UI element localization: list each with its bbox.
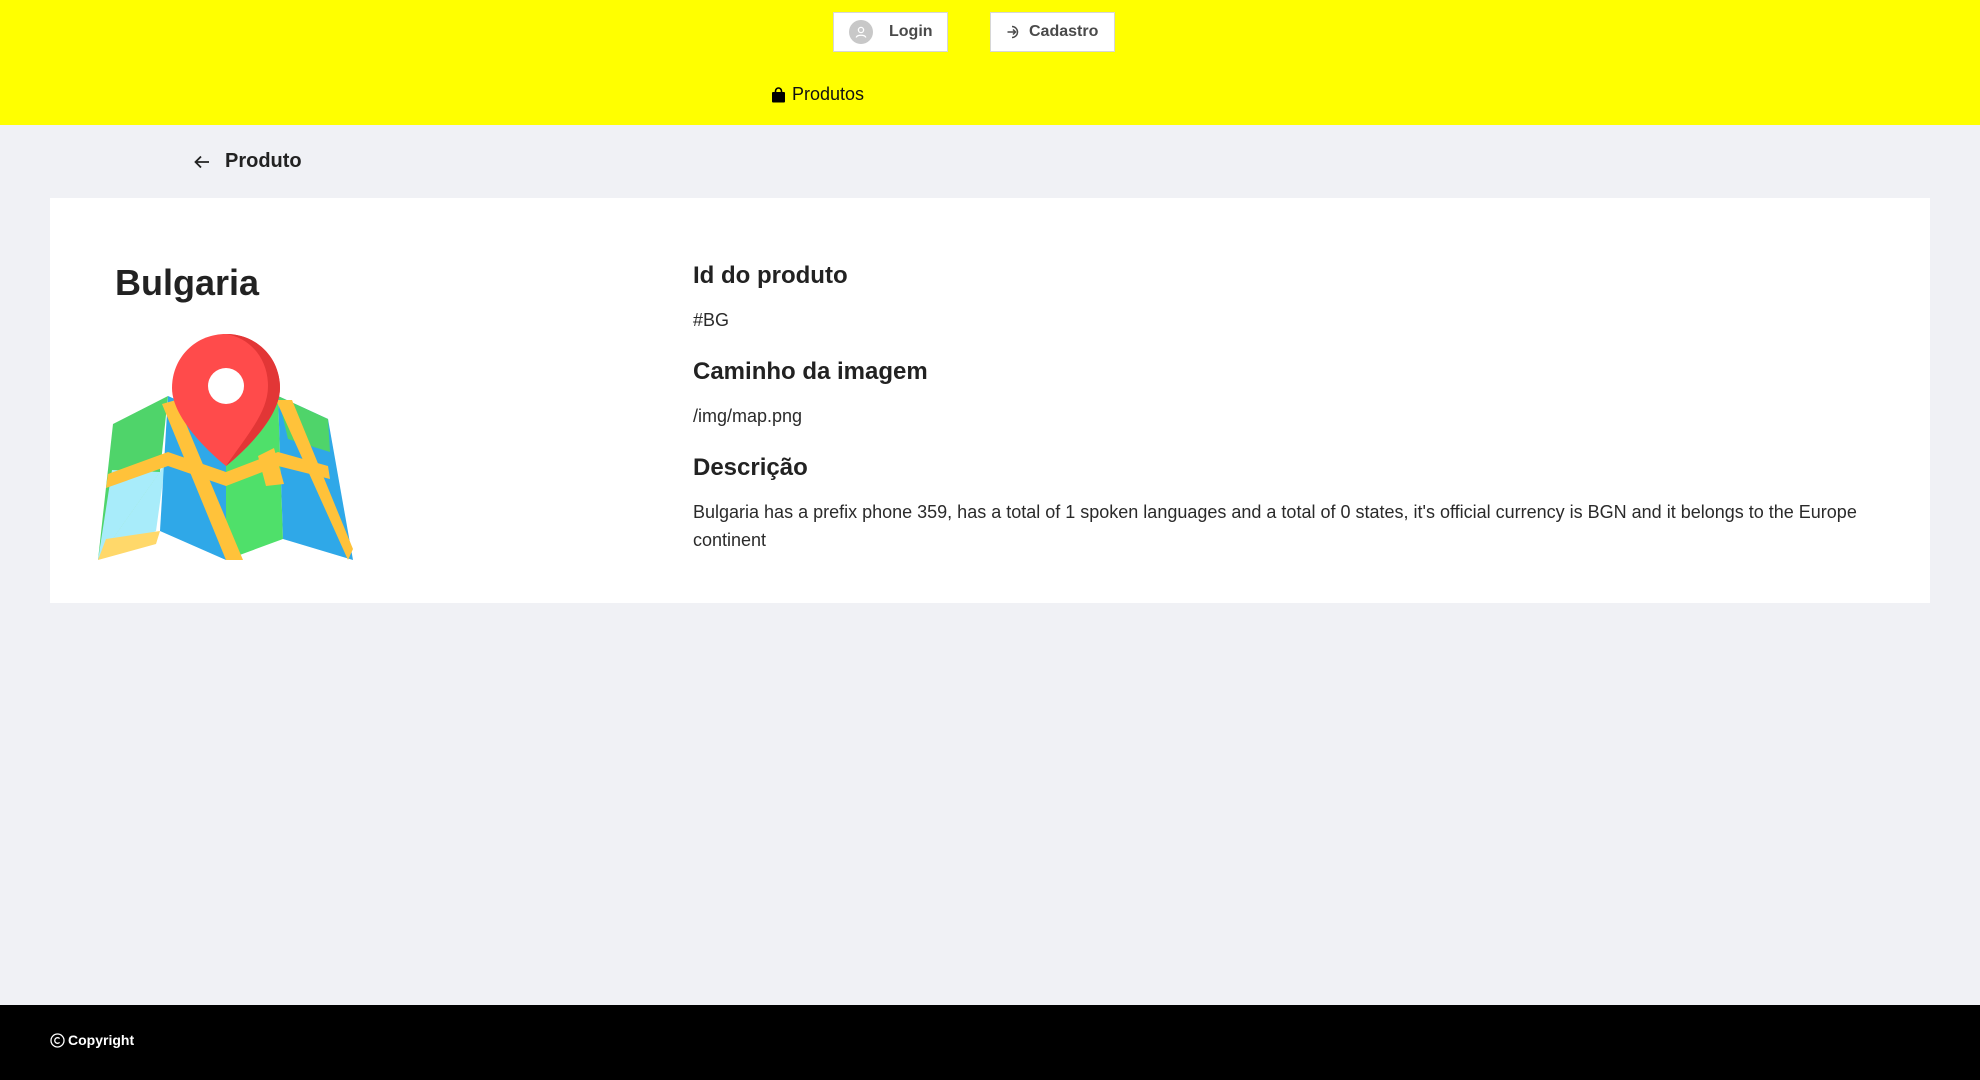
login-label: Login <box>889 23 933 40</box>
page-header: Produto <box>193 150 302 173</box>
signup-label: Cadastro <box>1029 23 1099 40</box>
avatar-icon <box>849 20 873 44</box>
shopping-bag-icon <box>771 86 786 103</box>
top-header: Login Cadastro Produtos <box>0 0 1980 125</box>
product-id-value: #BG <box>693 310 730 330</box>
map-pin-icon <box>98 334 353 560</box>
product-id-label: Id do produto <box>693 262 848 289</box>
image-path-value: /img/map.png <box>693 406 803 426</box>
nav-products-link[interactable]: Produtos <box>771 84 864 105</box>
product-card: Bulgaria Id do produto #BG Caminho da im… <box>50 198 1930 603</box>
page-title: Produto <box>225 150 302 172</box>
nav-products-label: Produtos <box>792 84 865 104</box>
arrow-left-icon[interactable] <box>193 154 211 170</box>
copyright-icon <box>50 1032 65 1048</box>
footer: Copyright <box>0 1005 1980 1080</box>
description-label: Descrição <box>693 454 808 481</box>
product-details: Id do produto #BG Caminho da imagem /img… <box>693 262 1873 578</box>
login-button[interactable]: Login <box>833 12 948 52</box>
signup-button[interactable]: Cadastro <box>990 12 1115 52</box>
description-value: Bulgaria has a prefix phone 359, has a t… <box>693 502 1857 550</box>
copyright: Copyright <box>50 1032 134 1048</box>
product-name: Bulgaria <box>115 262 260 303</box>
copyright-label: Copyright <box>68 1032 135 1048</box>
sign-in-icon <box>1006 24 1022 40</box>
image-path-label: Caminho da imagem <box>693 358 928 385</box>
